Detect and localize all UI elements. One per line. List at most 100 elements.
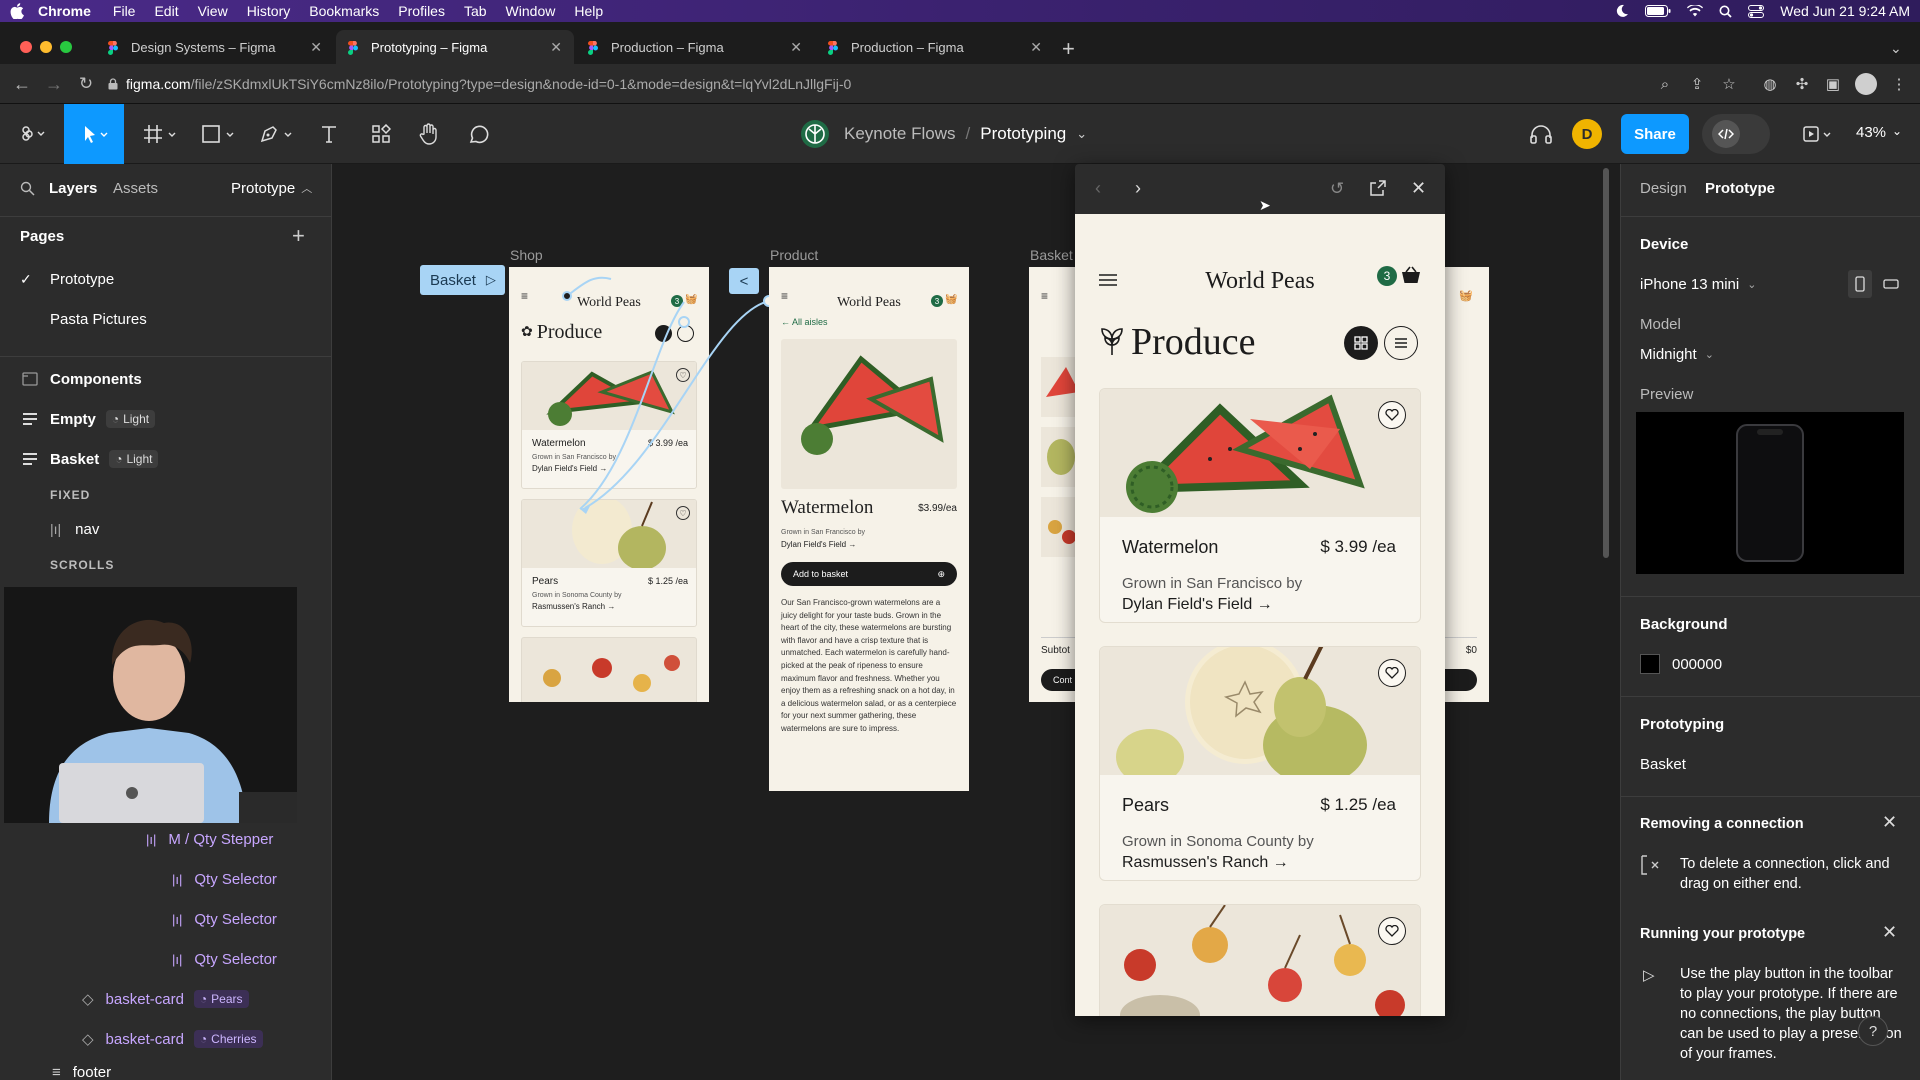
layer-qty-selector[interactable]: |ı| Qty Selector [172,904,277,934]
close-tab-icon[interactable]: ✕ [1030,39,1042,56]
hand-tool-icon[interactable] [410,104,448,164]
canvas-scrollbar[interactable] [1603,168,1609,558]
product-card-pears[interactable]: Pears $ 1.25 /ea Grown in Sonoma County … [1099,646,1421,881]
menu-clock[interactable]: Wed Jun 21 9:24 AM [1780,3,1910,19]
close-tab-icon[interactable]: ✕ [310,39,322,56]
tab-layers[interactable]: Layers [49,172,97,204]
forward-arrow-icon[interactable]: → [44,74,64,94]
browser-tab[interactable]: Design Systems – Figma ✕ [96,30,334,64]
hamburger-menu-icon[interactable]: ≡ [1041,289,1048,303]
extension-icon[interactable]: ◍ [1760,74,1780,94]
text-tool-icon[interactable] [310,104,348,164]
prototype-screen[interactable]: World Peas 3 Produce Watermelon $ 3.99 /… [1075,214,1445,1016]
product-farm-link[interactable]: Rasmussen's Ranch → [1122,854,1289,872]
profile-avatar[interactable] [1855,73,1877,95]
layer-qty-selector[interactable]: |ı| Qty Selector [172,944,277,974]
layer-qty-selector[interactable]: |ı| Qty Selector [172,864,277,894]
apple-icon[interactable] [0,3,34,19]
audio-headphones-icon[interactable] [1522,104,1560,164]
portrait-orientation-icon[interactable] [1848,270,1872,298]
menu-window[interactable]: Window [506,3,556,19]
share-button[interactable]: Share [1621,114,1689,154]
close-preview-icon[interactable]: ✕ [1411,178,1426,199]
user-avatar[interactable]: D [1572,119,1602,149]
prototyping-flow-value[interactable]: Basket [1640,756,1686,773]
close-window-button[interactable] [20,41,32,53]
product-card-cherries[interactable] [1099,904,1421,1016]
tab-prototype[interactable]: Prototype [1705,180,1775,197]
heart-icon[interactable] [1378,401,1406,429]
tab-assets[interactable]: Assets [113,172,158,204]
prototype-preview-window[interactable]: ‹ › ↺ ✕ World Peas 3 Produce Watermelon … [1075,164,1445,1016]
close-tip-icon[interactable]: ✕ [1882,922,1897,943]
background-color-swatch[interactable] [1640,654,1660,674]
chevron-down-icon[interactable]: ⌄ [1076,126,1087,142]
move-tool-button[interactable] [64,104,124,164]
heart-icon[interactable] [1378,659,1406,687]
battery-icon[interactable] [1645,5,1671,17]
menu-bookmarks[interactable]: Bookmarks [309,3,379,19]
basket-icon[interactable] [1401,266,1421,284]
figma-main-menu-icon[interactable] [10,104,54,164]
bookmark-star-icon[interactable]: ☆ [1719,74,1739,94]
model-dropdown[interactable]: Midnight ⌄ [1640,346,1714,363]
menu-edit[interactable]: Edit [154,3,178,19]
layer-empty[interactable]: Empty ◔ Light [22,404,156,434]
product-farm-link[interactable]: Dylan Field's Field → [1122,596,1273,614]
project-name[interactable]: Keynote Flows [844,124,956,144]
url-bar[interactable]: figma.com/file/zSKdmxlUkTSiY6cmNz8ilo/Pr… [108,72,1668,96]
menu-file[interactable]: File [113,3,136,19]
layer-basket-card-cherries[interactable]: ◇ basket-card ◔ Cherries [82,1024,263,1054]
share-page-icon[interactable]: ⇪ [1687,74,1707,94]
heart-icon[interactable] [1378,917,1406,945]
product-frame[interactable]: ≡ World Peas 3 🧺 ← All aisles Watermelon… [769,267,969,791]
hamburger-menu-icon[interactable]: ≡ [781,289,788,303]
previous-frame-chevron-icon[interactable]: ‹ [1095,178,1101,199]
frame-label-basket[interactable]: Basket [1030,247,1073,263]
layer-qty-stepper[interactable]: |ı| M / Qty Stepper [146,824,273,854]
mode-dropdown[interactable]: Prototype ︿ [231,172,312,204]
next-frame-chevron-icon[interactable]: › [1135,178,1141,199]
page-item-prototype[interactable]: ✓ Prototype [20,266,114,292]
list-view-icon[interactable] [1384,326,1418,360]
menu-history[interactable]: History [247,3,291,19]
control-center-icon[interactable] [1748,4,1765,18]
search-layers-icon[interactable] [20,172,35,204]
extensions-puzzle-icon[interactable]: ✣ [1792,74,1812,94]
zoom-icon[interactable]: ⌕ [1655,74,1675,94]
chrome-menu-icon[interactable]: ⋮ [1889,74,1909,94]
landscape-orientation-icon[interactable] [1878,270,1904,298]
back-to-aisles-link[interactable]: ← All aisles [781,317,828,327]
layer-basket-card-pears[interactable]: ◇ basket-card ◔ Pears [82,984,249,1014]
team-logo-icon[interactable] [800,119,830,149]
menu-help[interactable]: Help [574,3,603,19]
background-hex[interactable]: 000000 [1672,656,1722,673]
reload-icon[interactable]: ↻ [76,74,96,94]
basket-icon[interactable]: 🧺 [945,294,957,305]
present-play-icon[interactable] [1796,104,1840,164]
help-question-icon[interactable]: ? [1858,1016,1888,1046]
resources-tool-icon[interactable] [362,104,400,164]
side-panel-icon[interactable]: ▣ [1823,74,1843,94]
restart-icon[interactable]: ↺ [1330,179,1344,199]
close-tip-icon[interactable]: ✕ [1882,812,1897,833]
add-page-icon[interactable]: + [292,225,305,247]
close-tab-icon[interactable]: ✕ [790,39,802,56]
menu-tab[interactable]: Tab [464,3,487,19]
menu-view[interactable]: View [198,3,228,19]
shape-tool-button[interactable] [194,104,242,164]
pen-tool-button[interactable] [252,104,300,164]
file-name[interactable]: Prototyping [980,124,1066,144]
layer-basket[interactable]: Basket ◔ Light [22,444,159,474]
frame-tool-button[interactable] [136,104,184,164]
menu-profiles[interactable]: Profiles [398,3,445,19]
minimize-window-button[interactable] [40,41,52,53]
new-tab-icon[interactable]: + [1062,36,1075,62]
product-card-watermelon[interactable]: Watermelon $ 3.99 /ea Grown in San Franc… [1099,388,1421,623]
browser-tab-active[interactable]: Prototyping – Figma ✕ [336,30,574,64]
wifi-icon[interactable] [1687,5,1704,17]
zoom-level[interactable]: 43% ⌄ [1856,124,1902,141]
moon-icon[interactable] [1615,4,1629,18]
zoom-window-button[interactable] [60,41,72,53]
tab-design[interactable]: Design [1640,180,1687,197]
